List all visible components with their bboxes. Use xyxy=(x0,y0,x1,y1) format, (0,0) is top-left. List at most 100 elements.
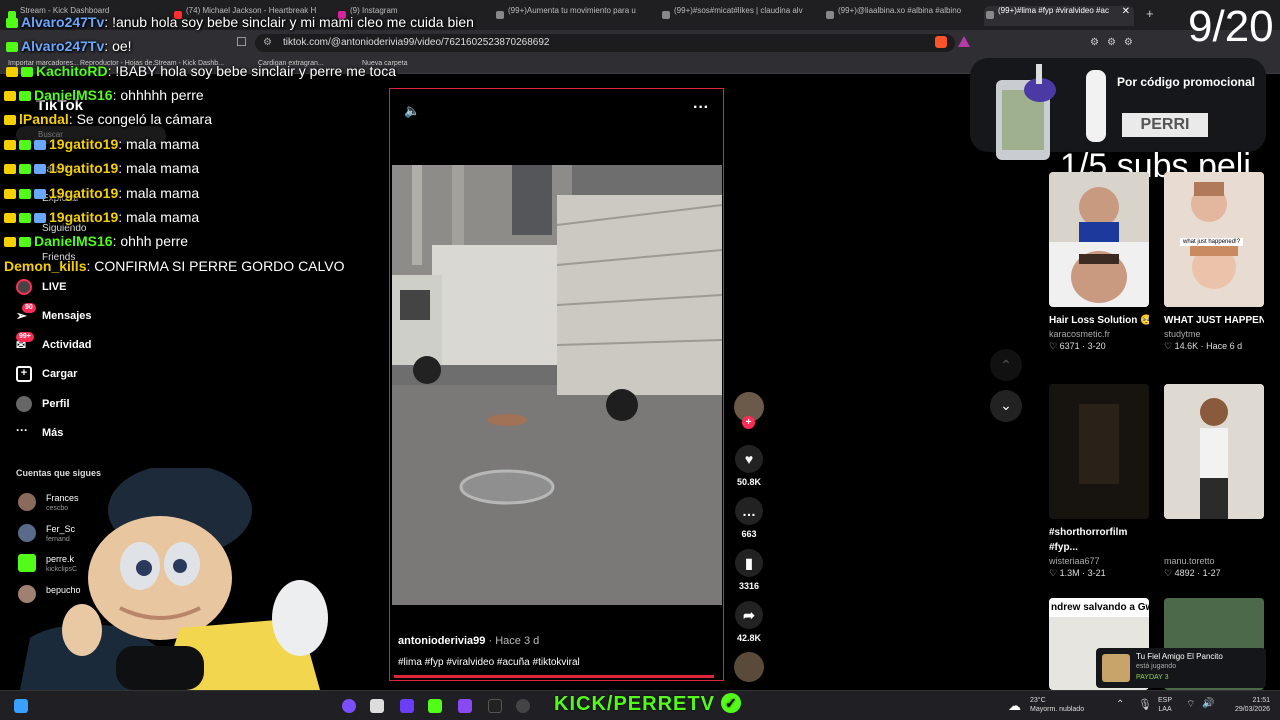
follow-plus-icon[interactable]: + xyxy=(742,416,755,429)
save-button[interactable]: ▮ 3316 xyxy=(733,549,765,591)
video-author-line[interactable]: antonioderivia99 · Hace 3 d xyxy=(398,635,539,647)
video-author[interactable]: antonioderivia99 xyxy=(398,635,485,647)
tab-tiktok-2[interactable]: (99+)#sos#micat#likes | claudina alv xyxy=(660,6,810,26)
video-content-truck xyxy=(392,165,722,605)
game-notification: Tu Fiel Amigo El Pancito está jugando PA… xyxy=(1096,648,1266,688)
nav-mensajes[interactable]: ➢ 90 Mensajes xyxy=(16,303,92,327)
brave-rewards-icon[interactable] xyxy=(958,36,970,47)
video-thumbnail[interactable] xyxy=(1049,384,1149,519)
chat-message: lPandal: Se congeló la cámara xyxy=(4,111,212,128)
profile-avatar xyxy=(16,396,32,412)
app-icon[interactable] xyxy=(488,699,502,713)
heart-icon: ♡ xyxy=(1164,341,1175,351)
chat-badge-icon xyxy=(6,67,18,77)
chat-badge-icon xyxy=(34,164,46,174)
chat-badge-icon xyxy=(4,164,16,174)
chat-message: 19gatito19: mala mama xyxy=(4,160,199,177)
video-progress-bar[interactable] xyxy=(394,675,714,678)
recommended-video[interactable]: manu.toretto ♡ 4892 · 1-27 xyxy=(1164,384,1264,579)
video-channel[interactable]: studytme xyxy=(1164,329,1264,339)
sound-disc-icon[interactable] xyxy=(734,652,764,682)
nav-actividad[interactable]: ✉ 99+ Actividad xyxy=(16,332,92,356)
chat-message: DanielMS16: ohhhhh perre xyxy=(4,87,204,104)
tiktok-icon xyxy=(496,11,504,19)
app-icon[interactable] xyxy=(428,699,442,713)
clock[interactable]: 21:51 29/03/2026 xyxy=(1222,696,1270,714)
video-thumbnail[interactable] xyxy=(1049,172,1149,307)
notification-avatar xyxy=(1102,654,1130,682)
toolbar-extension-icons[interactable]: ⚙⚙⚙ xyxy=(1090,37,1141,48)
promo-side-icons xyxy=(1086,70,1106,142)
video-channel[interactable]: manu.toretto xyxy=(1164,556,1264,566)
thumbnail-overlay-text: ndrew salvando a Gwe xyxy=(1049,598,1149,617)
url-field[interactable]: ⚙ tiktok.com/@antonioderivia99/video/762… xyxy=(255,34,955,52)
more-icon: ··· xyxy=(16,423,28,437)
bookmark-icon: ▮ xyxy=(735,549,763,577)
video-thumbnail[interactable] xyxy=(1164,384,1264,519)
video-title[interactable]: WHAT JUST HAPPENED😵😵... xyxy=(1164,313,1264,328)
language-indicator[interactable]: ESP LAA xyxy=(1158,696,1172,714)
recommended-video[interactable]: what just happened!? WHAT JUST HAPPENED😵… xyxy=(1164,172,1264,352)
recommended-video[interactable]: Hair Loss Solution 🥺 (Superman... karaco… xyxy=(1049,172,1149,352)
more-options-icon[interactable]: ··· xyxy=(693,99,709,117)
bookmark-icon[interactable]: ☐ xyxy=(236,35,247,49)
chat-message: DanielMS16: ohhh perre xyxy=(4,233,188,250)
nav-perfil[interactable]: Perfil xyxy=(16,393,70,415)
app-icon[interactable] xyxy=(370,699,384,713)
tab-tiktok-3[interactable]: (99+)@liaalbina.xo #albina #albino xyxy=(824,6,974,26)
heart-icon: ♥ xyxy=(735,445,763,473)
volume-icon[interactable]: 🔈 xyxy=(404,103,420,119)
app-icon[interactable] xyxy=(516,699,530,713)
weather-widget[interactable]: 23°C Mayorm. nublado xyxy=(1030,696,1084,714)
tray-overflow-icon[interactable]: ⌃ xyxy=(1116,699,1124,710)
comment-button[interactable]: … 663 xyxy=(733,497,765,539)
chat-badge-icon xyxy=(6,18,18,28)
video-title[interactable] xyxy=(1164,525,1264,555)
app-icon[interactable] xyxy=(458,699,472,713)
chat-badge-icon xyxy=(19,140,31,150)
video-channel[interactable]: karacosmetic.fr xyxy=(1049,329,1149,339)
video-thumbnail[interactable]: what just happened!? xyxy=(1164,172,1264,307)
chat-badge-icon xyxy=(34,189,46,199)
app-icon[interactable] xyxy=(342,699,356,713)
video-stats: ♡ 1.3M · 3-21 xyxy=(1049,568,1106,578)
chat-message: Alvaro247Tv: !anub hola soy bebe sinclai… xyxy=(6,14,474,31)
volume-tray-icon[interactable]: 🔊 xyxy=(1202,698,1214,709)
app-icon[interactable] xyxy=(400,699,414,713)
video-title[interactable]: #shorthorrorfilm #fyp... xyxy=(1049,525,1149,555)
nav-mas[interactable]: ··· Más xyxy=(16,422,63,444)
previous-video-button[interactable]: ⌃ xyxy=(990,349,1022,381)
nav-cargar[interactable]: + Cargar xyxy=(16,363,77,385)
webcam-overlay xyxy=(20,464,350,690)
network-icon[interactable]: ⌔ xyxy=(1186,698,1195,711)
chat-badge-icon xyxy=(4,115,16,125)
video-frame[interactable] xyxy=(392,165,722,605)
brave-shield-icon[interactable] xyxy=(935,36,947,48)
like-button[interactable]: ♥ 50.8K xyxy=(733,445,765,487)
close-tab-icon[interactable]: ✕ xyxy=(1122,6,1130,17)
tab-tiktok-active[interactable]: (99+)#lima #fyp #viralvideo #ac ✕ xyxy=(984,6,1134,26)
video-channel[interactable]: wisteriaa677 xyxy=(1049,556,1149,566)
new-tab-icon[interactable]: + xyxy=(1146,6,1154,21)
chat-badge-icon xyxy=(34,213,46,223)
video-title[interactable]: Hair Loss Solution 🥺 (Superman... xyxy=(1049,313,1149,328)
chat-badge-icon xyxy=(4,213,16,223)
windows-start-icon[interactable] xyxy=(14,699,28,713)
nav-live[interactable]: LIVE xyxy=(16,276,66,298)
video-stats: ♡ 6371 · 3-20 xyxy=(1049,341,1106,351)
share-button[interactable]: ➦ 42.8K xyxy=(733,601,765,643)
video-player[interactable]: 🔈 ··· antonioderivia99 · Hace 3 d #lima … xyxy=(389,88,724,681)
site-info-icon[interactable]: ⚙ xyxy=(263,34,272,52)
tiktok-icon xyxy=(662,11,670,19)
recommended-video[interactable]: #shorthorrorfilm #fyp... wisteriaa677 ♡ … xyxy=(1049,384,1149,579)
microphone-icon[interactable]: 🎙 xyxy=(1138,698,1152,711)
chat-badge-icon xyxy=(4,189,16,199)
chat-badge-icon xyxy=(4,237,16,247)
tab-tiktok-1[interactable]: (99+)Aumenta tu movimiento para u xyxy=(494,6,644,26)
heart-icon: ♡ xyxy=(1164,568,1175,578)
next-video-button[interactable]: ⌄ xyxy=(990,390,1022,422)
tiktok-icon xyxy=(986,11,994,19)
heart-icon: ♡ xyxy=(1049,341,1060,351)
video-hashtags[interactable]: #lima #fyp #viralvideo #acuña #tiktokvir… xyxy=(398,657,580,668)
chat-badge-icon xyxy=(19,164,31,174)
